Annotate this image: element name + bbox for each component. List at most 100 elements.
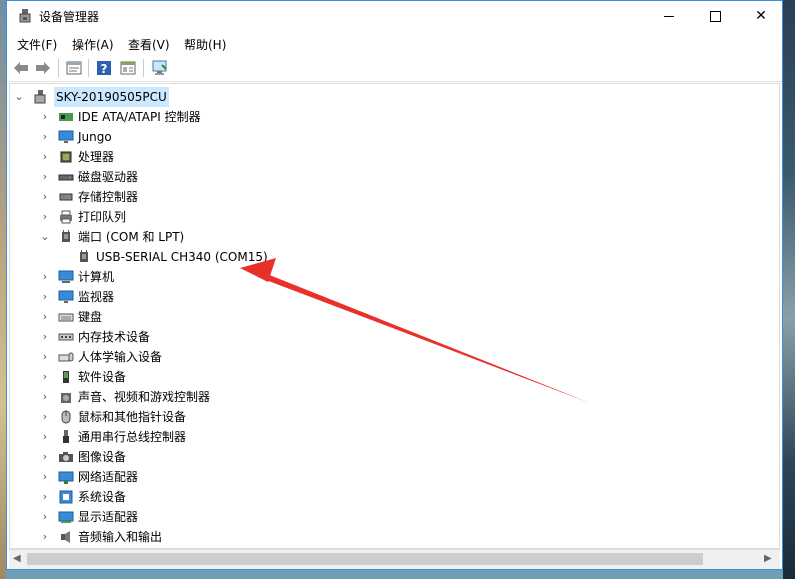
- menu-help[interactable]: 帮助(H): [184, 36, 226, 53]
- mouse-icon: [61, 410, 71, 424]
- ide-controller-icon: [59, 113, 73, 121]
- chevron-right-icon[interactable]: ›: [40, 287, 50, 307]
- scroll-left-icon[interactable]: ◀: [13, 553, 21, 564]
- toolbar-separator: [88, 59, 89, 77]
- tree-category-label: 键盘: [78, 310, 103, 324]
- tree-category-label: 音频输入和输出: [78, 530, 163, 544]
- tree-device[interactable]: USB-SERIAL CH340 (COM15): [10, 247, 779, 267]
- chevron-right-icon[interactable]: ›: [40, 327, 50, 347]
- chevron-right-icon[interactable]: ›: [40, 147, 50, 167]
- usb-icon: [63, 430, 69, 443]
- scroll-right-icon[interactable]: ▶: [764, 553, 772, 564]
- root-label: SKY-20190505PCU: [54, 87, 169, 107]
- tree-category[interactable]: › 计算机: [10, 267, 779, 287]
- horizontal-scrollbar[interactable]: ◀ ▶: [9, 549, 780, 569]
- chevron-right-icon[interactable]: ›: [40, 507, 50, 527]
- tree-category[interactable]: › 鼠标和其他指针设备: [10, 407, 779, 427]
- tree-category[interactable]: ⌄ 端口 (COM 和 LPT): [10, 227, 779, 247]
- maximize-button[interactable]: [692, 1, 738, 31]
- chevron-right-icon[interactable]: ›: [40, 167, 50, 187]
- tree-category[interactable]: › 存储控制器: [10, 187, 779, 207]
- tree-category-label: 图像设备: [78, 450, 127, 464]
- chevron-right-icon[interactable]: ›: [40, 487, 50, 507]
- chevron-right-icon[interactable]: ›: [40, 307, 50, 327]
- minimize-icon: [664, 16, 674, 17]
- tree-category-label: 监视器: [78, 290, 115, 304]
- chevron-right-icon[interactable]: ›: [40, 387, 50, 407]
- tree-category-label: IDE ATA/ATAPI 控制器: [78, 110, 201, 124]
- keyboard-icon: [58, 313, 74, 322]
- tree-category[interactable]: › 显示适配器: [10, 507, 779, 527]
- chevron-right-icon[interactable]: ›: [40, 367, 50, 387]
- computer-icon: [34, 90, 46, 104]
- close-button[interactable]: ✕: [738, 1, 784, 31]
- tree-category-label: 处理器: [78, 150, 115, 164]
- chevron-right-icon[interactable]: ›: [40, 127, 50, 147]
- scan-hardware-icon[interactable]: [151, 59, 169, 77]
- storage-controller-icon: [59, 193, 73, 201]
- tree-category[interactable]: › 系统设备: [10, 487, 779, 507]
- monitor-icon: [58, 130, 74, 143]
- tree-category[interactable]: › 网络适配器: [10, 467, 779, 487]
- tree-category[interactable]: › 人体学输入设备: [10, 347, 779, 367]
- tree-category[interactable]: › 磁盘驱动器: [10, 167, 779, 187]
- network-icon: [58, 471, 74, 484]
- back-arrow-icon[interactable]: [12, 59, 30, 77]
- port-icon: [80, 250, 88, 262]
- tree-root[interactable]: ⌄ SKY-20190505PCU: [10, 87, 779, 107]
- camera-icon: [59, 452, 73, 462]
- device-view-icon[interactable]: [119, 59, 137, 77]
- tree-category[interactable]: › 声音、视频和游戏控制器: [10, 387, 779, 407]
- toolbar: ?: [7, 55, 782, 82]
- tree-category[interactable]: › 图像设备: [10, 447, 779, 467]
- tree-category-label: 内存技术设备: [78, 330, 151, 344]
- device-tree: ⌄ SKY-20190505PCU › IDE ATA/ATAPI 控制器 › Jun…: [9, 83, 780, 549]
- chevron-down-icon[interactable]: ⌄: [14, 87, 24, 107]
- help-icon[interactable]: ?: [95, 59, 113, 77]
- hid-icon: [58, 352, 74, 362]
- tree-category-label: 鼠标和其他指针设备: [78, 410, 187, 424]
- chevron-right-icon[interactable]: ›: [40, 407, 50, 427]
- chevron-right-icon[interactable]: ›: [40, 207, 50, 227]
- chevron-right-icon[interactable]: ›: [40, 107, 50, 127]
- tree-category[interactable]: › Jungo: [10, 127, 779, 147]
- svg-text:?: ?: [101, 62, 108, 76]
- toolbar-separator: [143, 59, 144, 77]
- tree-category-label: 网络适配器: [78, 470, 139, 484]
- chevron-right-icon[interactable]: ›: [40, 427, 50, 447]
- tree-category[interactable]: › 内存技术设备: [10, 327, 779, 347]
- tree-category[interactable]: › 音频输入和输出: [10, 527, 779, 547]
- memory-icon: [58, 333, 74, 341]
- chevron-right-icon[interactable]: ›: [40, 467, 50, 487]
- scrollbar-thumb[interactable]: [27, 553, 703, 565]
- chevron-right-icon[interactable]: ›: [40, 447, 50, 467]
- menu-action[interactable]: 操作(A): [72, 36, 114, 53]
- tree-category[interactable]: › 打印队列: [10, 207, 779, 227]
- toolbar-separator: [58, 59, 59, 77]
- chevron-down-icon[interactable]: ⌄: [40, 227, 50, 247]
- tree-category[interactable]: › 键盘: [10, 307, 779, 327]
- forward-arrow-icon[interactable]: [34, 59, 52, 77]
- display-adapter-icon: [58, 511, 74, 523]
- tree-category[interactable]: › 软件设备: [10, 367, 779, 387]
- chevron-right-icon[interactable]: ›: [40, 187, 50, 207]
- properties-icon[interactable]: [65, 59, 83, 77]
- tree-category[interactable]: › 监视器: [10, 287, 779, 307]
- menu-view[interactable]: 查看(V): [128, 36, 170, 53]
- monitor-icon: [58, 290, 74, 303]
- tree-category[interactable]: › 通用串行总线控制器: [10, 427, 779, 447]
- port-icon: [62, 230, 70, 242]
- tree-category-label: 端口 (COM 和 LPT): [78, 230, 185, 244]
- chevron-right-icon[interactable]: ›: [40, 267, 50, 287]
- computer-icon: [58, 270, 74, 283]
- tree-category[interactable]: › IDE ATA/ATAPI 控制器: [10, 107, 779, 127]
- menu-file[interactable]: 文件(F): [17, 36, 57, 53]
- tree-category-label: 计算机: [78, 270, 115, 284]
- minimize-button[interactable]: [646, 1, 692, 31]
- chevron-right-icon[interactable]: ›: [40, 527, 50, 547]
- tree-category[interactable]: › 处理器: [10, 147, 779, 167]
- title-bar[interactable]: 设备管理器 ✕: [7, 1, 782, 31]
- tree-category-label: 通用串行总线控制器: [78, 430, 187, 444]
- chevron-right-icon[interactable]: ›: [40, 347, 50, 367]
- tree-category-label: Jungo: [78, 130, 112, 144]
